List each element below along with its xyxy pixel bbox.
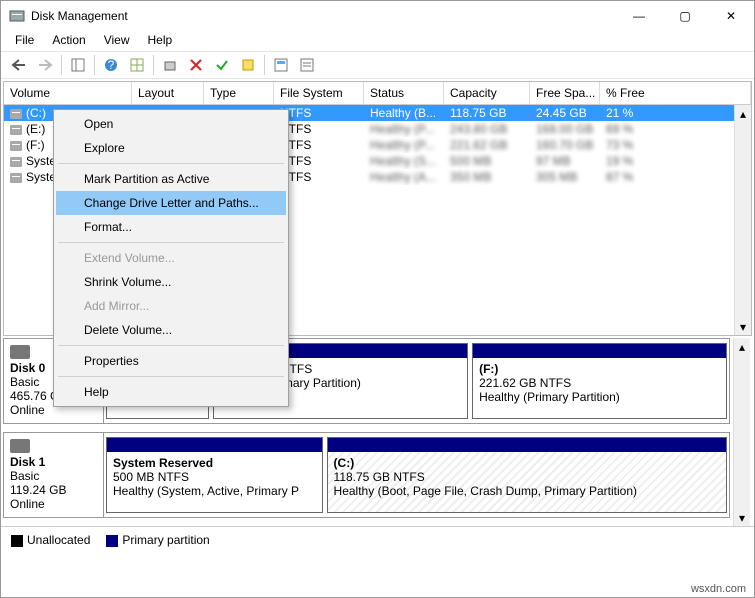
back-button[interactable] <box>7 53 31 77</box>
context-menu-item[interactable]: Open <box>56 112 286 136</box>
grid-icon[interactable] <box>125 53 149 77</box>
titlebar: Disk Management — ▢ ✕ <box>1 1 754 31</box>
context-menu-item[interactable]: Mark Partition as Active <box>56 167 286 191</box>
capacity: 350 MB <box>444 169 530 185</box>
legend-unallocated: Unallocated <box>11 533 90 547</box>
check-icon[interactable] <box>210 53 234 77</box>
partition-status: Healthy (System, Active, Primary P <box>113 484 299 498</box>
disk-icon <box>10 345 30 359</box>
capacity: 118.75 GB <box>444 105 530 121</box>
watermark: wsxdn.com <box>691 583 746 595</box>
col-status[interactable]: Status <box>364 82 444 104</box>
graphical-scrollbar[interactable]: ▴ ▾ <box>733 338 750 526</box>
col-fs[interactable]: File System <box>274 82 364 104</box>
scroll-up-icon[interactable]: ▴ <box>735 105 751 122</box>
pct: 21 % <box>600 105 751 121</box>
menu-help[interactable]: Help <box>140 31 181 51</box>
menu-action[interactable]: Action <box>44 31 93 51</box>
partition-size: 500 MB NTFS <box>113 470 189 484</box>
maximize-button[interactable]: ▢ <box>662 1 708 31</box>
partition[interactable]: System Reserved500 MB NTFSHealthy (Syste… <box>106 437 323 513</box>
window-title: Disk Management <box>31 9 616 23</box>
pct: 69 % <box>600 121 751 137</box>
partition-title: System Reserved <box>113 456 213 470</box>
vertical-scrollbar[interactable]: ▴ ▾ <box>734 105 751 335</box>
free: 305 MB <box>530 169 600 185</box>
context-menu-item: Add Mirror... <box>56 294 286 318</box>
status: Healthy (P... <box>364 121 444 137</box>
status: Healthy (S... <box>364 153 444 169</box>
context-menu-item: Extend Volume... <box>56 246 286 270</box>
help-icon[interactable]: ? <box>99 53 123 77</box>
toolbar: ? <box>1 51 754 79</box>
svg-text:?: ? <box>108 58 115 72</box>
menubar: File Action View Help <box>1 31 754 51</box>
partition-size: 118.75 GB NTFS <box>334 470 425 484</box>
minimize-button[interactable]: — <box>616 1 662 31</box>
free: 97 MB <box>530 153 600 169</box>
context-menu-item[interactable]: Properties <box>56 349 286 373</box>
free: 168.00 GB <box>530 121 600 137</box>
legend: Unallocated Primary partition <box>1 526 754 553</box>
partition-size: 221.62 GB NTFS <box>479 376 571 390</box>
capacity: 243.80 GB <box>444 121 530 137</box>
context-menu-item[interactable]: Format... <box>56 215 286 239</box>
partition[interactable]: (F:)221.62 GB NTFSHealthy (Primary Parti… <box>472 343 727 419</box>
disk-name: Disk 1 <box>10 455 97 469</box>
disk-pane: Disk 1 Basic 119.24 GB OnlineSystem Rese… <box>3 432 730 518</box>
context-menu-item[interactable]: Delete Volume... <box>56 318 286 342</box>
partition-status: Healthy (Primary Partition) <box>479 390 620 404</box>
delete-icon[interactable] <box>184 53 208 77</box>
free: 160.70 GB <box>530 137 600 153</box>
pct: 87 % <box>600 169 751 185</box>
status: Healthy (A... <box>364 169 444 185</box>
partition[interactable]: (C:)118.75 GB NTFSHealthy (Boot, Page Fi… <box>327 437 727 513</box>
partition-title: (F:) <box>479 362 498 376</box>
col-free[interactable]: Free Spa... <box>530 82 600 104</box>
partition-status: Healthy (Boot, Page File, Crash Dump, Pr… <box>334 484 637 498</box>
scroll-up-icon[interactable]: ▴ <box>734 338 750 355</box>
volume-name: (E:) <box>26 122 45 136</box>
view-icon[interactable] <box>66 53 90 77</box>
col-layout[interactable]: Layout <box>132 82 204 104</box>
pct: 19 % <box>600 153 751 169</box>
menu-view[interactable]: View <box>96 31 138 51</box>
disk-header[interactable]: Disk 1 Basic 119.24 GB Online <box>4 433 104 517</box>
disk-size: 119.24 GB <box>10 483 97 497</box>
forward-button[interactable] <box>33 53 57 77</box>
settings-icon[interactable] <box>158 53 182 77</box>
status: Healthy (B... <box>364 105 444 121</box>
disk-icon <box>10 439 30 453</box>
capacity: 221.62 GB <box>444 137 530 153</box>
context-menu-item[interactable]: Help <box>56 380 286 404</box>
menu-file[interactable]: File <box>7 31 42 51</box>
list-icon[interactable] <box>295 53 319 77</box>
volume-name: (F:) <box>26 138 45 152</box>
new-icon[interactable] <box>236 53 260 77</box>
disk-basic: Basic <box>10 469 97 483</box>
legend-primary: Primary partition <box>106 533 209 547</box>
free: 24.45 GB <box>530 105 600 121</box>
scroll-down-icon[interactable]: ▾ <box>735 318 751 335</box>
scroll-down-icon[interactable]: ▾ <box>734 509 750 526</box>
app-icon <box>9 8 25 24</box>
status: Healthy (P... <box>364 137 444 153</box>
context-menu-item[interactable]: Shrink Volume... <box>56 270 286 294</box>
pct: 73 % <box>600 137 751 153</box>
volume-name: (C:) <box>26 106 46 120</box>
context-menu-item[interactable]: Explore <box>56 136 286 160</box>
column-headers: Volume Layout Type File System Status Ca… <box>4 82 751 105</box>
col-capacity[interactable]: Capacity <box>444 82 530 104</box>
col-pct[interactable]: % Free <box>600 82 751 104</box>
partition-title: (C:) <box>334 456 355 470</box>
col-type[interactable]: Type <box>204 82 274 104</box>
disk-state: Online <box>10 497 97 511</box>
context-menu-item[interactable]: Change Drive Letter and Paths... <box>56 191 286 215</box>
context-menu: OpenExplore Mark Partition as ActiveChang… <box>53 109 289 407</box>
props-icon[interactable] <box>269 53 293 77</box>
col-volume[interactable]: Volume <box>4 82 132 104</box>
close-button[interactable]: ✕ <box>708 1 754 31</box>
capacity: 500 MB <box>444 153 530 169</box>
